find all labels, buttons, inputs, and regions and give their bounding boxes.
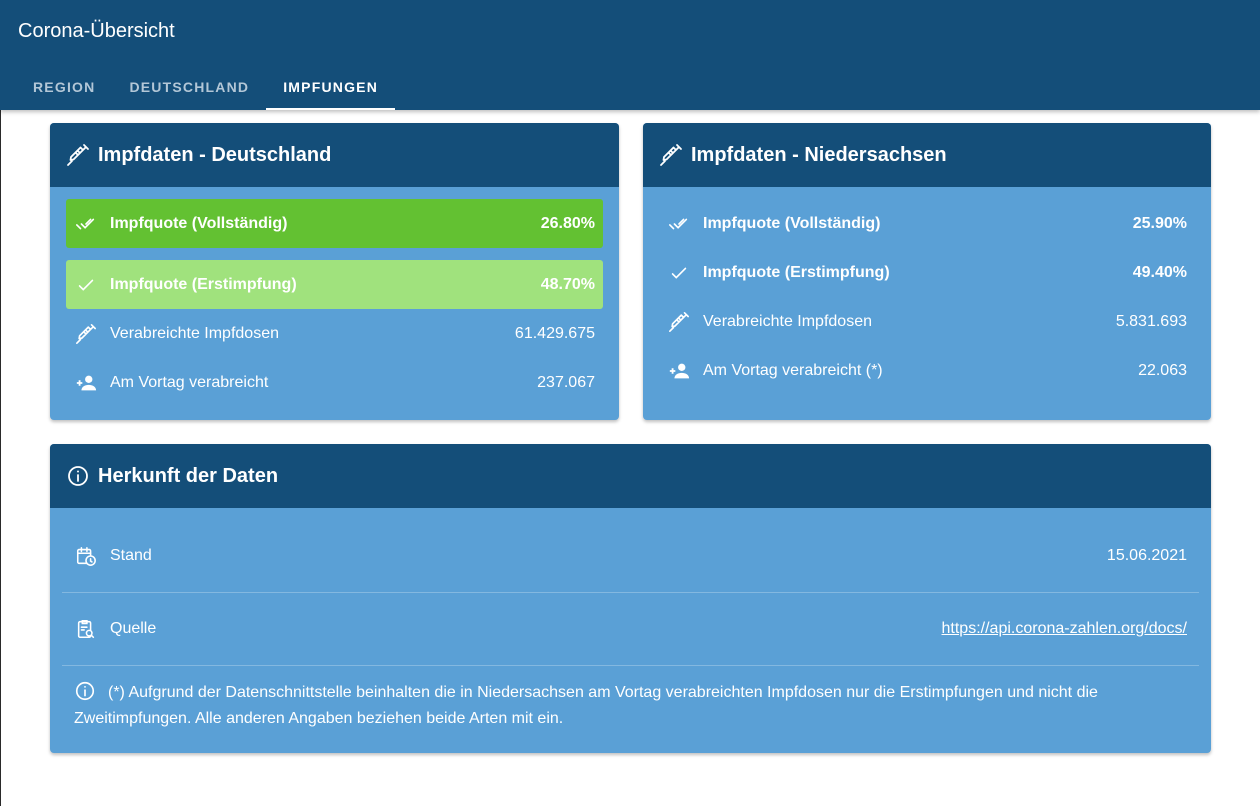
row-impfquote-erstimpfung: Impfquote (Erstimpfung) 48.70% xyxy=(66,260,603,309)
row-label: Verabreichte Impfdosen xyxy=(703,312,872,330)
left-border xyxy=(0,110,1,806)
footnote: (*) Aufgrund der Datenschnittstelle bein… xyxy=(62,666,1199,732)
footnote-text: (*) Aufgrund der Datenschnittstelle bein… xyxy=(74,684,1098,727)
row-label: Am Vortag verabreicht xyxy=(110,373,269,391)
row-value: 25.90% xyxy=(1132,214,1187,232)
double-check-icon xyxy=(667,212,691,236)
card-title: Impfdaten - Niedersachsen xyxy=(691,143,947,166)
stand-label: Stand xyxy=(110,547,152,564)
row-value: 48.70% xyxy=(540,275,595,293)
person-add-icon xyxy=(667,359,691,383)
tab-deutschland[interactable]: DEUTSCHLAND xyxy=(112,64,266,110)
calendar-clock-icon xyxy=(74,544,98,568)
info-icon xyxy=(75,681,95,701)
row-am-vortag-verabreicht: Am Vortag verabreicht (*) 22.063 xyxy=(659,346,1195,395)
row-value: 5.831.693 xyxy=(1115,312,1187,330)
row-quelle: Quelle https://api.corona-zahlen.org/doc… xyxy=(62,593,1199,666)
syringe-icon xyxy=(74,322,98,346)
card-impfdaten-niedersachsen: Impfdaten - Niedersachsen Impfquote (Vol… xyxy=(643,123,1211,420)
card-title: Herkunft der Daten xyxy=(98,464,279,487)
row-label: Impfquote (Erstimpfung) xyxy=(703,263,890,281)
row-label: Impfquote (Vollständig) xyxy=(703,214,881,232)
card-header: Impfdaten - Niedersachsen xyxy=(643,123,1211,187)
row-label: Impfquote (Vollständig) xyxy=(110,214,288,232)
row-label: Verabreichte Impfdosen xyxy=(110,324,279,342)
row-label: Am Vortag verabreicht (*) xyxy=(703,361,883,379)
card-herkunft-der-daten: Herkunft der Daten Stand 15.06.2021 Quel… xyxy=(50,444,1211,753)
tab-impfungen[interactable]: IMPFUNGEN xyxy=(266,64,395,110)
row-value: 26.80% xyxy=(540,214,595,232)
app-bar: Corona-Übersicht REGION DEUTSCHLAND IMPF… xyxy=(0,0,1260,110)
card-body: Impfquote (Vollständig) 26.80% Impfquote… xyxy=(50,187,619,419)
quelle-link[interactable]: https://api.corona-zahlen.org/docs/ xyxy=(942,620,1187,638)
row-impfquote-erstimpfung: Impfquote (Erstimpfung) 49.40% xyxy=(659,248,1195,297)
row-stand: Stand 15.06.2021 xyxy=(62,520,1199,593)
double-check-icon xyxy=(74,212,98,236)
card-body: Impfquote (Vollständig) 25.90% Impfquote… xyxy=(643,187,1211,407)
card-impfdaten-deutschland: Impfdaten - Deutschland Impfquote (Volls… xyxy=(50,123,619,420)
row-impfquote-vollstaendig: Impfquote (Vollständig) 26.80% xyxy=(66,199,603,248)
card-title: Impfdaten - Deutschland xyxy=(98,143,332,166)
row-am-vortag-verabreicht: Am Vortag verabreicht 237.067 xyxy=(66,358,603,407)
syringe-icon xyxy=(660,144,682,166)
check-icon xyxy=(74,273,98,297)
info-icon xyxy=(68,466,88,486)
row-label: Impfquote (Erstimpfung) xyxy=(110,275,297,293)
row-verabreichte-impfdosen: Verabreichte Impfdosen 61.429.675 xyxy=(66,309,603,358)
row-value: 61.429.675 xyxy=(514,324,595,342)
tab-region[interactable]: REGION xyxy=(16,64,112,110)
person-add-icon xyxy=(74,371,98,395)
stand-value: 15.06.2021 xyxy=(1106,547,1187,564)
syringe-icon xyxy=(67,144,89,166)
row-value: 22.063 xyxy=(1138,361,1187,379)
card-header: Impfdaten - Deutschland xyxy=(50,123,619,187)
row-impfquote-vollstaendig: Impfquote (Vollständig) 25.90% xyxy=(659,199,1195,248)
card-body: Stand 15.06.2021 Quelle https://api.coro… xyxy=(50,508,1211,744)
syringe-icon xyxy=(667,310,691,334)
card-header: Herkunft der Daten xyxy=(50,444,1211,508)
row-value: 237.067 xyxy=(537,373,595,391)
row-value: 49.40% xyxy=(1132,263,1187,281)
row-verabreichte-impfdosen: Verabreichte Impfdosen 5.831.693 xyxy=(659,297,1195,346)
check-icon xyxy=(667,261,691,285)
tab-bar: REGION DEUTSCHLAND IMPFUNGEN xyxy=(16,64,395,110)
quelle-label: Quelle xyxy=(110,620,157,637)
app-title: Corona-Übersicht xyxy=(18,20,175,42)
clipboard-search-icon xyxy=(74,617,98,641)
